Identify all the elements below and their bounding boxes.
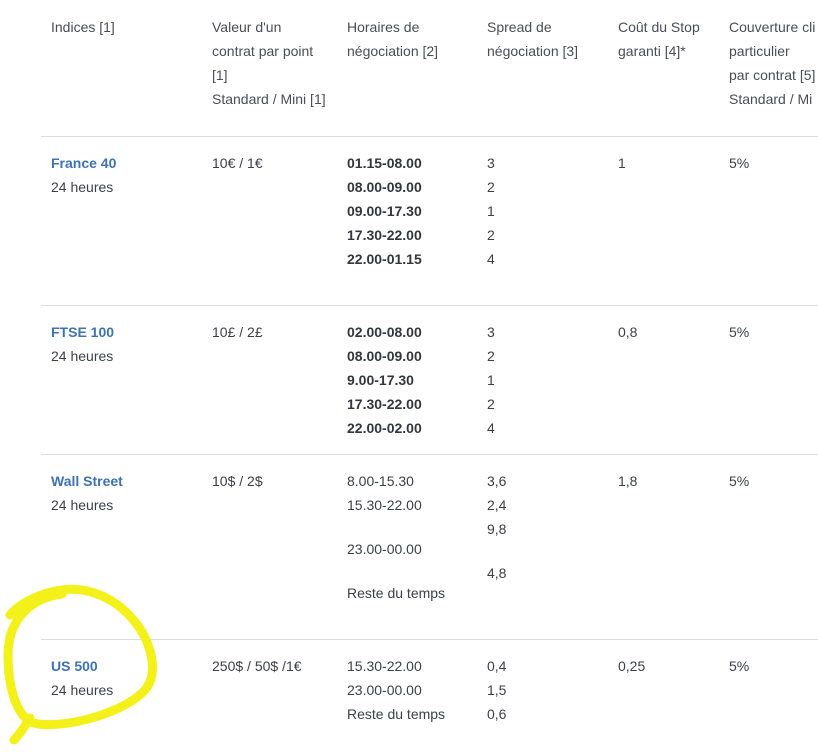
header-line: Couverture cli [729,19,816,35]
spread-value: 0,4 [487,658,507,674]
header-line: Horaires de [347,19,420,35]
row-divider [41,305,818,306]
trading-hours: 01.15-08.00 08.00-09.00 09.00-17.30 17.3… [347,151,422,271]
header-line: Standard / Mini [1] [212,91,326,107]
index-link-france-40[interactable]: France 40 [51,151,116,175]
spread-value: 1,5 [487,682,507,698]
stop-cost: 1 [618,155,626,171]
contract-value: 10£ / 2£ [212,324,263,340]
header-line: Spread de [487,19,552,35]
schedule-slot: 15.30-22.00 [347,658,422,674]
schedule-slot: 22.00-01.15 [347,251,422,267]
schedule-slot: Reste du temps [347,585,446,601]
schedule-slot: 09.00-17.30 [347,203,422,219]
header-line: négociation [2] [347,43,439,59]
contract-value: 10€ / 1€ [212,155,263,171]
stop-cost: 0,25 [618,658,646,674]
table-row-cell-index: US 500 24 heures [51,654,113,702]
spread-value: 0,6 [487,706,507,722]
header-line: Indices [1] [51,19,115,35]
header-line: Coût du Stop [618,19,700,35]
trading-hours: 15.30-22.00 23.00-00.00 Reste du temps [347,654,445,726]
coverage: 5% [729,155,750,171]
contract-value: 250$ / 50$ /1€ [212,658,302,674]
schedule-slot: 17.30-22.00 [347,396,422,412]
schedule-gap [347,561,445,581]
header-couverture: Couverture cli particulier par contrat [… [729,15,815,111]
row-divider [41,136,818,137]
spread-values: 0,4 1,5 0,6 [487,654,506,726]
header-valeur: Valeur d'un contrat par point [1] Standa… [212,15,326,111]
index-link-us-500[interactable]: US 500 [51,654,113,678]
schedule-slot: Reste du temps [347,706,446,722]
schedule-slot: 17.30-22.00 [347,227,422,243]
schedule-slot: 01.15-08.00 [347,155,422,171]
stop-cost: 0,8 [618,324,638,340]
coverage: 5% [729,324,750,340]
spread-value: 4 [487,420,495,436]
coverage: 5% [729,473,750,489]
spread-value: 3 [487,155,495,171]
trading-hours: 8.00-15.30 15.30-22.00 23.00-00.00 Reste… [347,469,445,605]
spread-value: 3 [487,324,495,340]
spread-value: 4,8 [487,565,507,581]
spread-values: 3 2 1 2 4 [487,320,495,440]
schedule-slot: 15.30-22.00 [347,497,422,513]
schedule-slot: 08.00-09.00 [347,179,422,195]
table-row-cell-index: Wall Street 24 heures [51,469,123,517]
header-line: [1] [212,67,228,83]
schedule-slot: 23.00-00.00 [347,541,422,557]
header-line: garanti [4]* [618,43,686,59]
spread-value: 1 [487,372,495,388]
schedule-slot: 9.00-17.30 [347,372,414,388]
schedule-slot: 08.00-09.00 [347,348,422,364]
table-row-cell-index: France 40 24 heures [51,151,116,199]
spread-value: 2 [487,396,495,412]
spread-value: 2,4 [487,497,507,513]
index-hours: 24 heures [51,682,114,698]
header-line: par contrat [5] [729,67,816,83]
index-link-ftse-100[interactable]: FTSE 100 [51,320,114,344]
spread-value: 2 [487,348,495,364]
contract-value: 10$ / 2$ [212,473,263,489]
spread-values: 3,6 2,4 9,8 4,8 [487,469,506,585]
spread-gap [487,541,506,561]
index-hours: 24 heures [51,179,114,195]
stop-cost: 1,8 [618,473,638,489]
trading-hours: 02.00-08.00 08.00-09.00 9.00-17.30 17.30… [347,320,422,440]
spread-value: 4 [487,251,495,267]
row-divider [41,639,818,640]
header-indices: Indices [1] [51,15,115,39]
schedule-slot: 8.00-15.30 [347,473,414,489]
spread-value: 3,6 [487,473,507,489]
header-line: Standard / Mi [729,91,813,107]
header-cout-stop: Coût du Stop garanti [4]* [618,15,700,63]
header-line: particulier [729,43,790,59]
spread-value: 1 [487,203,495,219]
spread-value: 2 [487,179,495,195]
header-horaires: Horaires de négociation [2] [347,15,438,63]
spread-values: 3 2 1 2 4 [487,151,495,271]
index-hours: 24 heures [51,348,114,364]
header-line: contrat par point [212,43,314,59]
index-link-wall-street[interactable]: Wall Street [51,469,123,493]
header-line: négociation [3] [487,43,579,59]
schedule-slot: 02.00-08.00 [347,324,422,340]
schedule-slot: 22.00-02.00 [347,420,422,436]
schedule-gap [347,517,445,537]
spread-value: 9,8 [487,521,507,537]
index-hours: 24 heures [51,497,114,513]
header-spread: Spread de négociation [3] [487,15,578,63]
coverage: 5% [729,658,750,674]
schedule-slot: 23.00-00.00 [347,682,422,698]
spread-value: 2 [487,227,495,243]
row-divider [41,454,818,455]
table-row-cell-index: FTSE 100 24 heures [51,320,114,368]
header-line: Valeur d'un [212,19,282,35]
